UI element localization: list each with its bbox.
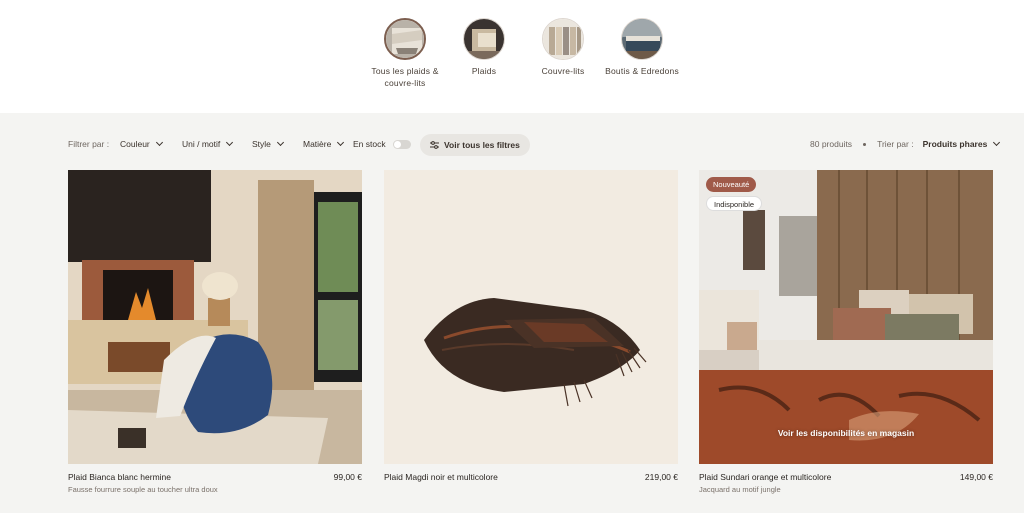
- category-label: Couvre-lits: [541, 66, 585, 76]
- product-name[interactable]: Plaid Magdi noir et multicolore: [384, 472, 498, 482]
- store-availability-link[interactable]: Voir les disponibilités en magasin: [699, 428, 993, 438]
- product-card[interactable]: Plaid Bianca blanc hermine 99,00 € Fauss…: [68, 170, 362, 494]
- filter-material[interactable]: Matière: [303, 138, 345, 149]
- chevron-down-icon: [276, 138, 284, 147]
- filter-material-label: Matière: [303, 139, 332, 149]
- filter-style-label: Style: [252, 139, 271, 149]
- category-boutis-edredons[interactable]: Boutis & Edredons: [597, 18, 687, 77]
- product-listing: Filtrer par : Couleur Uni / motif Style …: [0, 113, 1024, 513]
- product-image[interactable]: [68, 170, 362, 464]
- sort-area: 80 produits Trier par : Produits phares: [810, 138, 1001, 149]
- filter-pattern-label: Uni / motif: [182, 139, 221, 149]
- category-label: Boutis & Edredons: [605, 66, 679, 76]
- badge-unavailable: Indisponible: [706, 196, 763, 211]
- product-image[interactable]: [384, 170, 678, 464]
- category-label: Plaids: [471, 66, 497, 76]
- filter-by-text: Filtrer par :: [68, 139, 110, 149]
- product-price: 149,00 €: [959, 472, 993, 482]
- category-boutis-thumbnail: [621, 18, 663, 60]
- chevron-down-icon: [993, 138, 1001, 147]
- category-label: Tous les plaids & couvre-lits: [371, 66, 439, 88]
- product-image[interactable]: Nouveauté Indisponible Voir les disponib…: [699, 170, 993, 464]
- sliders-icon: [430, 141, 439, 149]
- product-subtitle: Fausse fourrure souple au toucher ultra …: [68, 485, 218, 494]
- filter-in-stock-label: En stock: [353, 139, 386, 149]
- product-name[interactable]: Plaid Sundari orange et multicolore: [699, 472, 831, 482]
- chevron-down-icon: [155, 138, 163, 147]
- sort-by-label: Trier par :: [877, 139, 914, 149]
- chevron-down-icon: [337, 138, 345, 147]
- category-all-thumbnail: [384, 18, 426, 60]
- filter-style[interactable]: Style: [252, 138, 284, 149]
- category-plaids[interactable]: Plaids: [439, 18, 529, 77]
- filter-color-label: Couleur: [120, 139, 150, 149]
- product-price: 99,00 €: [333, 472, 362, 482]
- filter-by-label: Filtrer par :: [68, 139, 109, 149]
- product-card[interactable]: Nouveauté Indisponible Voir les disponib…: [699, 170, 993, 494]
- product-price: 219,00 €: [644, 472, 678, 482]
- category-header: Tous les plaids & couvre-lits Plaids Cou…: [0, 0, 1024, 113]
- chevron-down-icon: [226, 138, 234, 147]
- product-name[interactable]: Plaid Bianca blanc hermine: [68, 472, 171, 482]
- filter-color[interactable]: Couleur: [120, 138, 163, 149]
- filter-in-stock[interactable]: En stock: [353, 139, 411, 149]
- in-stock-toggle[interactable]: [392, 139, 411, 149]
- product-card[interactable]: Plaid Magdi noir et multicolore 219,00 €: [384, 170, 678, 482]
- sort-select[interactable]: Produits phares: [923, 139, 988, 149]
- category-plaids-thumbnail: [463, 18, 505, 60]
- filter-pattern[interactable]: Uni / motif: [182, 138, 234, 149]
- product-subtitle: Jacquard au motif jungle: [699, 485, 781, 494]
- all-filters-button[interactable]: Voir tous les filtres: [420, 134, 530, 156]
- separator-dot: [863, 142, 867, 146]
- filter-bar: Filtrer par : Couleur Uni / motif Style …: [68, 134, 1001, 156]
- all-filters-label: Voir tous les filtres: [444, 140, 520, 150]
- product-count: 80 produits: [810, 139, 853, 149]
- category-all[interactable]: Tous les plaids & couvre-lits: [360, 18, 450, 89]
- category-couvre-lits-thumbnail: [542, 18, 584, 60]
- badge-new: Nouveauté: [706, 177, 757, 192]
- category-couvre-lits[interactable]: Couvre-lits: [518, 18, 608, 77]
